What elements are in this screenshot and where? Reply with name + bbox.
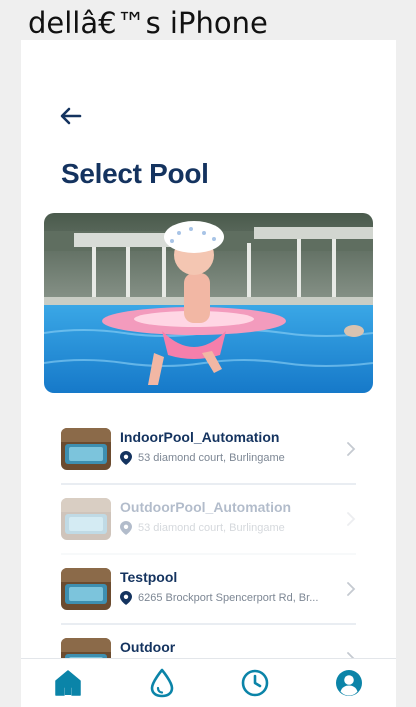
tab-profile[interactable] — [333, 667, 365, 699]
clock-icon — [242, 669, 269, 697]
chevron-right-icon — [347, 442, 356, 456]
pool-name: OutdoorPool_Automation — [120, 499, 292, 515]
pool-thumbnail — [61, 498, 111, 540]
pool-address: 6265 Brockport Spencerport Rd, Br... — [138, 592, 319, 604]
tab-home[interactable] — [52, 667, 84, 699]
page-title: Select Pool — [61, 158, 209, 189]
user-icon — [336, 670, 363, 696]
chevron-right-icon — [347, 512, 356, 526]
chevron-right-icon — [347, 582, 356, 596]
location-pin-icon — [120, 451, 132, 465]
location-pin-icon — [120, 591, 132, 605]
water-drop-icon — [150, 668, 173, 698]
pool-name: IndoorPool_Automation — [120, 429, 280, 445]
pool-item-indoorpool-automation[interactable]: IndoorPool_Automation 53 diamond court, … — [61, 415, 356, 485]
tab-history[interactable] — [239, 667, 271, 699]
pool-address: 53 diamond court, Burlingame — [138, 522, 285, 534]
device-title: dellâ€™s iPhone — [28, 6, 268, 40]
app-screen: Select Pool IndoorPool_Automation 53 dia… — [21, 40, 396, 707]
pool-thumbnail — [61, 428, 111, 470]
back-arrow-icon[interactable] — [59, 104, 83, 128]
location-pin-icon — [120, 521, 132, 535]
pool-item-testpool[interactable]: Testpool 6265 Brockport Spencerport Rd, … — [61, 555, 356, 625]
pool-thumbnail — [61, 568, 111, 610]
home-icon — [55, 670, 81, 696]
pool-name: Outdoor — [120, 639, 176, 655]
bottom-tab-bar — [21, 658, 396, 707]
pool-list: IndoorPool_Automation 53 diamond court, … — [61, 415, 356, 695]
hero-pool-image — [44, 213, 373, 393]
pool-address: 53 diamond court, Burlingame — [138, 452, 285, 464]
tab-water[interactable] — [146, 667, 178, 699]
pool-item-outdoorpool-automation[interactable]: OutdoorPool_Automation 53 diamond court,… — [61, 485, 356, 555]
pool-name: Testpool — [120, 569, 178, 585]
